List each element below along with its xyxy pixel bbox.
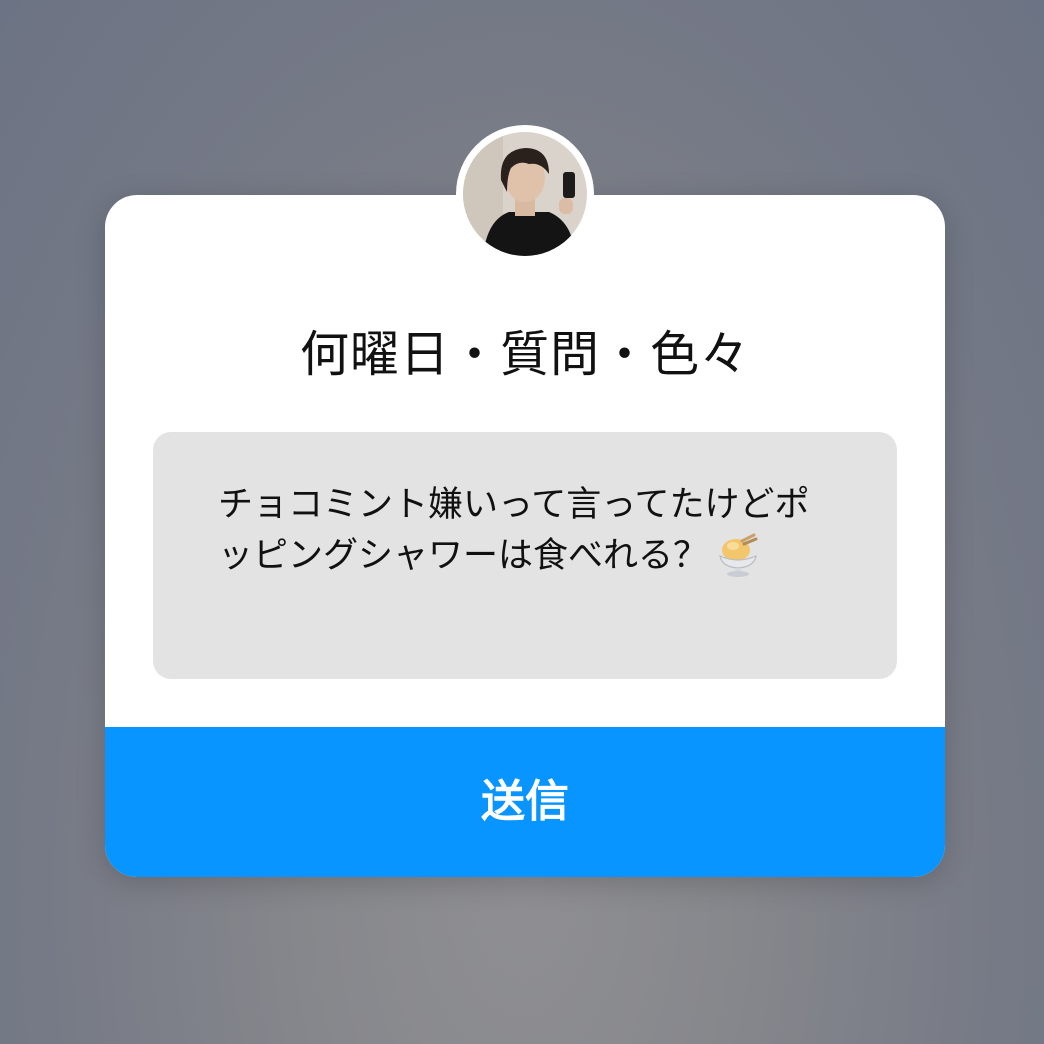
question-sticker-card: 何曜日・質問・色々 チョコミント嫌いって言ってたけどポッピングシャワーは食べれる…: [105, 195, 945, 877]
avatar: [456, 125, 594, 263]
question-box[interactable]: チョコミント嫌いって言ってたけどポッピングシャワーは食べれる？: [153, 432, 897, 679]
profile-photo: [463, 132, 587, 256]
sticker-title: 何曜日・質問・色々: [299, 326, 750, 383]
send-button[interactable]: 送信: [105, 727, 945, 877]
ice-cream-sundae-icon: [714, 531, 762, 579]
question-text-container: チョコミント嫌いって言ってたけどポッピングシャワーは食べれる？: [218, 480, 818, 582]
